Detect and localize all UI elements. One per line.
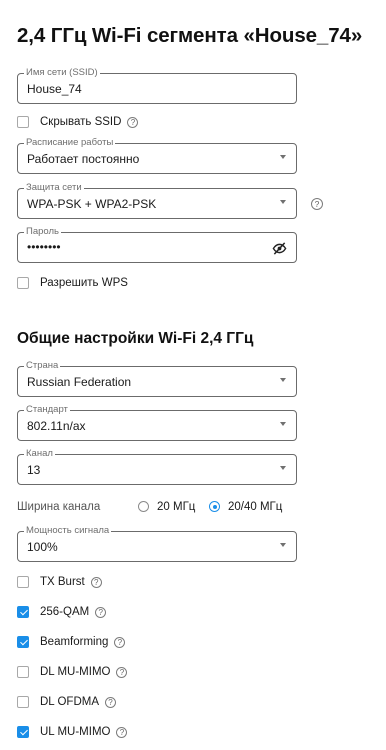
security-value: WPA-PSK + WPA2-PSK	[27, 197, 157, 211]
standard-value: 802.11n/ax	[27, 419, 86, 433]
dl-mu-mimo-label: DL MU-MIMO	[40, 666, 111, 678]
wps-checkbox[interactable]	[17, 277, 29, 289]
country-select[interactable]: Страна Russian Federation	[17, 360, 297, 397]
security-label: Защита сети	[24, 182, 84, 194]
beamforming-label: Beamforming	[40, 636, 109, 648]
dl-ofdma-checkbox[interactable]	[17, 696, 29, 708]
option-row-beamforming: Beamforming ?	[17, 634, 126, 650]
caret-down-icon	[280, 466, 286, 470]
ssid-label: Имя сети (SSID)	[24, 67, 100, 79]
caret-down-icon	[280, 543, 286, 547]
help-icon[interactable]: ?	[105, 696, 116, 708]
security-select[interactable]: Защита сети WPA-PSK + WPA2-PSK	[17, 182, 297, 219]
width-20-40-label[interactable]: 20/40 МГц	[228, 501, 282, 513]
schedule-label: Расписание работы	[24, 137, 116, 149]
standard-label: Стандарт	[24, 404, 70, 416]
caret-down-icon	[280, 378, 286, 382]
power-value: 100%	[27, 540, 58, 554]
hide-ssid-checkbox[interactable]	[17, 116, 29, 128]
channel-width-label: Ширина канала	[17, 501, 101, 513]
tx-burst-checkbox[interactable]	[17, 576, 29, 588]
password-field[interactable]: Пароль ••••••••	[17, 226, 297, 263]
256qam-checkbox[interactable]	[17, 606, 29, 618]
general-settings-title: Общие настройки Wi-Fi 2,4 ГГц	[17, 330, 254, 347]
schedule-value: Работает постоянно	[27, 152, 140, 166]
hide-ssid-label: Скрывать SSID	[40, 116, 122, 128]
width-20-radio[interactable]	[138, 501, 149, 512]
dl-mu-mimo-checkbox[interactable]	[17, 666, 29, 678]
caret-down-icon	[280, 422, 286, 426]
ssid-field[interactable]: Имя сети (SSID) House_74	[17, 67, 297, 104]
width-20-label[interactable]: 20 МГц	[157, 501, 195, 513]
option-row-dl-mu-mimo: DL MU-MIMO ?	[17, 664, 128, 680]
power-select[interactable]: Мощность сигнала 100%	[17, 525, 297, 562]
help-icon[interactable]: ?	[116, 726, 128, 738]
dl-ofdma-label: DL OFDMA	[40, 696, 99, 708]
256qam-label: 256-QAM	[40, 606, 90, 618]
country-value: Russian Federation	[27, 375, 132, 389]
help-icon[interactable]: ?	[127, 116, 139, 128]
help-icon[interactable]: ?	[114, 636, 126, 648]
channel-width-group: Ширина канала 20 МГц 20/40 МГц	[17, 498, 317, 516]
channel-select[interactable]: Канал 13	[17, 448, 297, 485]
ul-mu-mimo-label: UL MU-MIMO	[40, 726, 111, 738]
ul-mu-mimo-checkbox[interactable]	[17, 726, 29, 738]
channel-label: Канал	[24, 448, 55, 460]
help-icon[interactable]: ?	[311, 198, 323, 210]
help-icon[interactable]: ?	[116, 666, 128, 678]
segment-title: 2,4 ГГц Wi-Fi сегмента «House_74»	[17, 24, 363, 47]
wps-row: Разрешить WPS	[17, 275, 128, 291]
hide-ssid-row: Скрывать SSID ?	[17, 114, 139, 130]
eye-off-icon[interactable]	[272, 241, 287, 256]
power-label: Мощность сигнала	[24, 525, 112, 537]
tx-burst-label: TX Burst	[40, 576, 85, 588]
caret-down-icon	[280, 155, 286, 159]
beamforming-checkbox[interactable]	[17, 636, 29, 648]
ssid-value: House_74	[27, 82, 82, 96]
standard-select[interactable]: Стандарт 802.11n/ax	[17, 404, 297, 441]
wps-label: Разрешить WPS	[40, 277, 128, 289]
option-row-256qam: 256-QAM ?	[17, 604, 107, 620]
option-row-dl-ofdma: DL OFDMA ?	[17, 694, 116, 710]
width-20-40-radio[interactable]	[209, 501, 220, 512]
channel-value: 13	[27, 463, 41, 477]
country-label: Страна	[24, 360, 61, 372]
option-row-tx-burst: TX Burst ?	[17, 574, 102, 590]
help-icon[interactable]: ?	[90, 576, 102, 588]
password-label: Пароль	[24, 226, 61, 238]
schedule-select[interactable]: Расписание работы Работает постоянно	[17, 137, 297, 174]
help-icon[interactable]: ?	[95, 606, 107, 618]
password-value: ••••••••	[27, 240, 61, 254]
caret-down-icon	[280, 200, 286, 204]
option-row-ul-mu-mimo: UL MU-MIMO ?	[17, 724, 128, 740]
